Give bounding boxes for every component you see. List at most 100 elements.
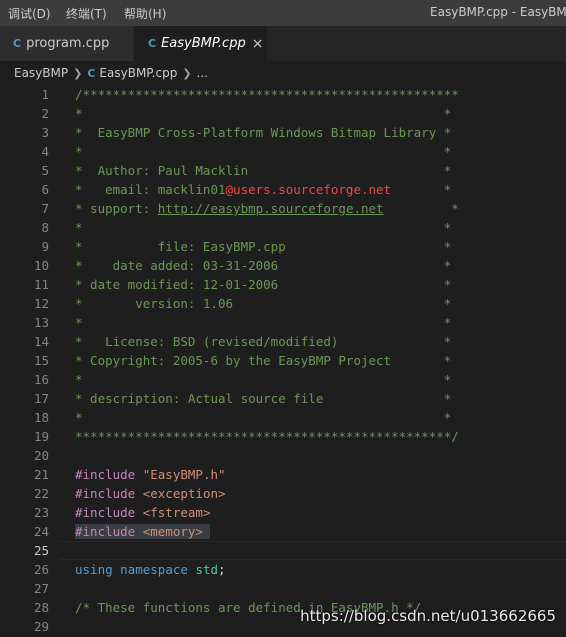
line-number: 20 [33, 448, 49, 463]
code-token: namespace [120, 562, 188, 577]
code-token: * * [75, 220, 452, 235]
cpp-file-icon: C [148, 37, 157, 50]
code-token: * date added: 03-31-2006 * [75, 258, 452, 273]
line-number: 22 [33, 486, 49, 501]
code-text: #include <exception> [75, 484, 226, 503]
watermark: https://blog.csdn.net/u013662665 [300, 607, 556, 625]
tab-label: program.cpp [26, 36, 110, 51]
code-token[interactable]: http://easybmp.sourceforge.net [158, 201, 384, 216]
code-line[interactable]: 23 #include <fstream> [0, 503, 566, 522]
code-token: @users.sourceforge.net [225, 182, 392, 197]
code-text: * * [75, 104, 451, 123]
code-line[interactable]: 11 * date modified: 12-01-2006 * [0, 275, 566, 294]
tab-program-cpp[interactable]: C program.cpp [0, 26, 133, 61]
code-line[interactable]: 6 * email: macklin01@users.sourceforge.ne… [0, 180, 566, 199]
code-token: "EasyBMP.h" [142, 467, 226, 482]
line-number: 14 [33, 334, 49, 349]
code-line[interactable]: 4 * * [0, 142, 566, 161]
code-text: * email: macklin01@users.sourceforge.net… [75, 180, 451, 199]
code-line[interactable]: 24 #include <memory> [0, 522, 566, 541]
code-line[interactable]: 15 * Copyright: 2005-6 by the EasyBMP Pro… [0, 351, 566, 370]
line-number: 21 [33, 467, 49, 482]
line-number: 4 [41, 144, 49, 159]
code-line[interactable]: 20 [0, 446, 566, 465]
code-token: /***************************************… [75, 87, 459, 102]
code-token: * [391, 182, 452, 197]
code-token: * [383, 201, 459, 216]
code-line[interactable]: 16 * * [0, 370, 566, 389]
code-line[interactable]: 21 #include "EasyBMP.h" [0, 465, 566, 484]
code-line[interactable]: 1 /**************************************… [0, 85, 566, 104]
line-number: 12 [33, 296, 49, 311]
code-token: * * [75, 106, 452, 121]
code-line[interactable]: 26 using namespace std; [0, 560, 566, 579]
line-number: 6 [41, 182, 49, 197]
tab-bar: C program.cpp C EasyBMP.cpp × [0, 26, 566, 61]
menu-debug[interactable]: 调试(D) [8, 5, 51, 22]
code-line[interactable]: 9 * file: EasyBMP.cpp * [0, 237, 566, 256]
line-number: 26 [33, 562, 49, 577]
close-icon[interactable]: × [252, 36, 264, 52]
menu-help[interactable]: 帮助(H) [124, 5, 166, 22]
tab-label: EasyBMP.cpp [161, 36, 246, 51]
code-token: <memory> [142, 524, 203, 539]
code-line[interactable]: 18 * * [0, 408, 566, 427]
menu-bar: 调试(D) 终端(T) 帮助(H) EasyBMP.cpp - EasyBMP [0, 0, 566, 26]
code-editor[interactable]: 1 /**************************************… [0, 85, 566, 637]
code-line[interactable]: 2 * * [0, 104, 566, 123]
code-text: * support: http://easybmp.sourceforge.ne… [75, 199, 459, 218]
line-number: 25 [33, 543, 49, 558]
code-token: * description: Actual source file * [75, 391, 452, 406]
line-number: 18 [33, 410, 49, 425]
code-line[interactable]: 5 * Author: Paul Macklin * [0, 161, 566, 180]
code-line[interactable]: 22 #include <exception> [0, 484, 566, 503]
code-text: * * [75, 142, 451, 161]
current-line-highlight [60, 541, 566, 560]
code-token: #include [75, 486, 143, 501]
breadcrumb-more[interactable]: ... [197, 66, 208, 80]
code-token: <fstream> [142, 505, 211, 520]
code-token: * date modified: 12-01-2006 * [75, 277, 452, 292]
breadcrumb-file[interactable]: EasyBMP.cpp [99, 66, 177, 80]
code-text: * * [75, 370, 451, 389]
code-text: * * [75, 218, 451, 237]
code-line[interactable]: 13 * * [0, 313, 566, 332]
line-number: 28 [33, 600, 49, 615]
line-number: 15 [33, 353, 49, 368]
code-token: * License: BSD (revised/modified) * [75, 334, 452, 349]
code-line[interactable]: 27 [0, 579, 566, 598]
code-text: * date added: 03-31-2006 * [75, 256, 451, 275]
code-line[interactable]: 25 [0, 541, 566, 560]
line-number: 1 [41, 87, 49, 102]
code-line[interactable]: 17 * description: Actual source file * [0, 389, 566, 408]
line-number: 2 [41, 106, 49, 121]
tab-easybmp-cpp[interactable]: C EasyBMP.cpp × [134, 26, 267, 61]
line-number: 24 [33, 524, 49, 539]
breadcrumb-folder[interactable]: EasyBMP [14, 66, 68, 80]
code-line[interactable]: 8 * * [0, 218, 566, 237]
code-line[interactable]: 19 **************************************… [0, 427, 566, 446]
code-token: using [75, 562, 113, 577]
menu-terminal[interactable]: 终端(T) [66, 5, 107, 22]
code-token: * email: macklin01 [75, 182, 226, 197]
code-line[interactable]: 12 * version: 1.06 * [0, 294, 566, 313]
code-text: * License: BSD (revised/modified) * [75, 332, 451, 351]
code-token: * * [75, 315, 452, 330]
line-number: 7 [41, 201, 49, 216]
code-token: * Copyright: 2005-6 by the EasyBMP Proje… [75, 353, 452, 368]
code-line[interactable]: 10 * date added: 03-31-2006 * [0, 256, 566, 275]
line-number: 5 [41, 163, 49, 178]
cpp-file-icon: C [87, 66, 96, 80]
code-token: * file: EasyBMP.cpp * [75, 239, 452, 254]
code-text: #include <fstream> [75, 503, 210, 522]
code-line[interactable]: 14 * License: BSD (revised/modified) * [0, 332, 566, 351]
line-number: 13 [33, 315, 49, 330]
line-number: 11 [33, 277, 49, 292]
code-token: * EasyBMP Cross-Platform Windows Bitmap … [75, 125, 452, 140]
line-number: 10 [33, 258, 49, 273]
code-line[interactable]: 3 * EasyBMP Cross-Platform Windows Bitmap… [0, 123, 566, 142]
line-number: 8 [41, 220, 49, 235]
chevron-right-icon: ❯ [73, 66, 83, 80]
code-line[interactable]: 7 * support: http://easybmp.sourceforge.n… [0, 199, 566, 218]
code-token [202, 524, 211, 539]
